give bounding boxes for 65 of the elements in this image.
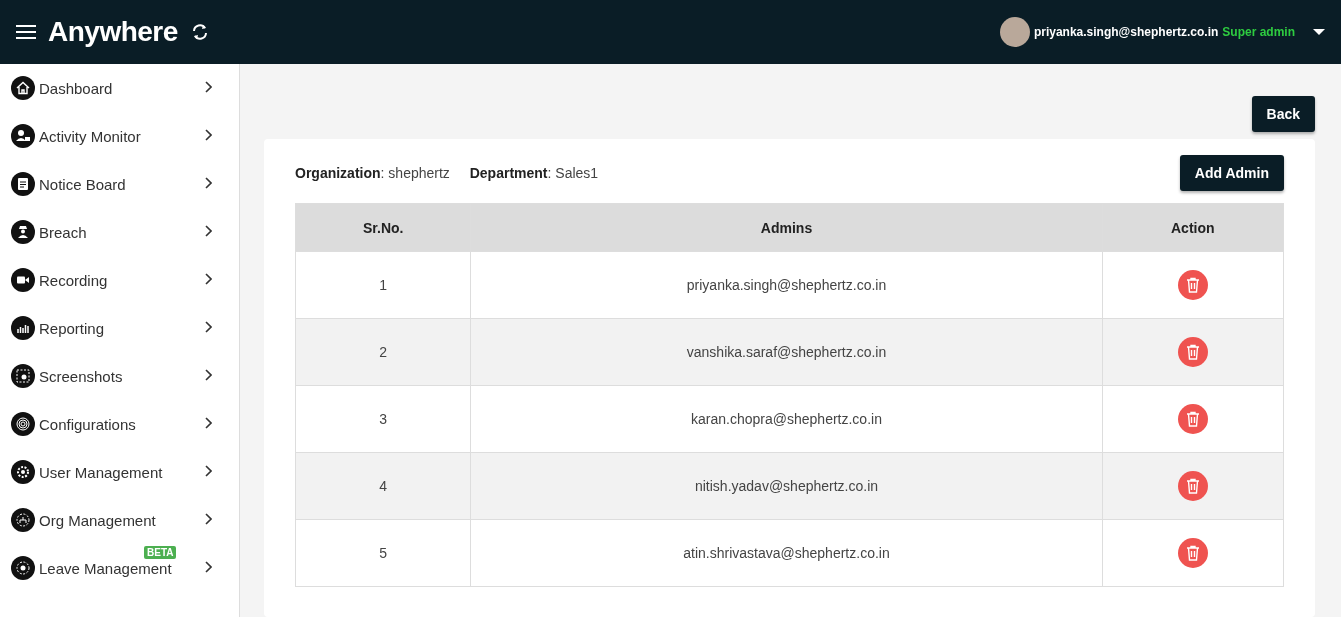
person-icon [11, 220, 35, 244]
sidebar-item[interactable]: Recording [0, 256, 239, 304]
delete-button[interactable] [1177, 337, 1208, 367]
beta-badge: BETA [144, 546, 177, 559]
app-logo: Anywhere [48, 16, 178, 48]
user-role: Super admin [1222, 25, 1295, 39]
chevron-right-icon [204, 561, 212, 573]
table-cell: karan.chopra@shephertz.co.in [470, 385, 1103, 453]
sidebar-item[interactable]: Activity Monitor [0, 112, 239, 160]
column-header: Action [1102, 203, 1284, 252]
delete-button[interactable] [1177, 538, 1208, 568]
table-cell: atin.shrivastava@shephertz.co.in [470, 519, 1103, 587]
trash-icon [1185, 478, 1200, 494]
sidebar-item[interactable]: BETA Leave Management [0, 544, 239, 592]
table-cell: vanshika.saraf@shephertz.co.in [470, 318, 1103, 386]
chevron-right-icon [204, 225, 212, 237]
sidebar-item[interactable]: Breach [0, 208, 239, 256]
chevron-right-icon [204, 513, 212, 525]
delete-button[interactable] [1177, 404, 1208, 434]
table-cell: 4 [295, 452, 471, 520]
column-header: Sr.No. [295, 203, 471, 252]
table-cell: priyanka.singh@shephertz.co.in [470, 251, 1103, 319]
delete-button[interactable] [1177, 270, 1208, 300]
sidebar-item[interactable]: Configurations [0, 400, 239, 448]
table-cell: 2 [295, 318, 471, 386]
clipboard-icon [11, 172, 35, 196]
chevron-right-icon [204, 465, 212, 477]
trash-icon [1185, 277, 1200, 293]
user-avatar [999, 17, 1030, 47]
sidebar-item[interactable]: Notice Board [0, 160, 239, 208]
delete-button[interactable] [1177, 471, 1208, 501]
caret-icon[interactable] [1313, 28, 1325, 36]
department-text: Department: Sales1 [469, 165, 599, 181]
sidebar-item[interactable]: Dashboard [0, 64, 239, 112]
table-cell: nitish.yadav@shephertz.co.in [470, 452, 1103, 520]
sidebar-item[interactable]: User Management [0, 448, 239, 496]
sidebar-item[interactable]: Org Management [0, 496, 239, 544]
camera-icon [11, 364, 35, 388]
table-cell: 5 [295, 519, 471, 587]
chevron-right-icon [204, 81, 212, 93]
chevron-right-icon [204, 417, 212, 429]
sidebar-item[interactable]: Screenshots [0, 352, 239, 400]
trash-icon [1185, 545, 1200, 561]
chevron-right-icon [204, 321, 212, 333]
trash-icon [1185, 411, 1200, 427]
chevron-right-icon [204, 177, 212, 189]
table-cell: 3 [295, 385, 471, 453]
video-camera-icon [11, 268, 35, 292]
back-button[interactable]: Back [1251, 96, 1315, 132]
bar-chart-icon [11, 316, 35, 340]
chevron-right-icon [204, 129, 212, 141]
gear-icon [11, 460, 35, 484]
rings-icon [11, 412, 35, 436]
chevron-right-icon [204, 369, 212, 381]
column-header: Admins [470, 203, 1103, 252]
home-icon [11, 76, 35, 100]
trash-icon [1185, 344, 1200, 360]
user-email: priyanka.singh@shephertz.co.in [1033, 25, 1219, 39]
organization-text: Organization: shephertz [295, 165, 450, 181]
sidebar-item[interactable]: Reporting [0, 304, 239, 352]
user-icon [11, 124, 35, 148]
menu-icon[interactable] [16, 24, 36, 40]
add-admin-button[interactable]: Add Admin [1179, 155, 1284, 191]
table-cell: 1 [295, 251, 471, 319]
chevron-right-icon [204, 273, 212, 285]
